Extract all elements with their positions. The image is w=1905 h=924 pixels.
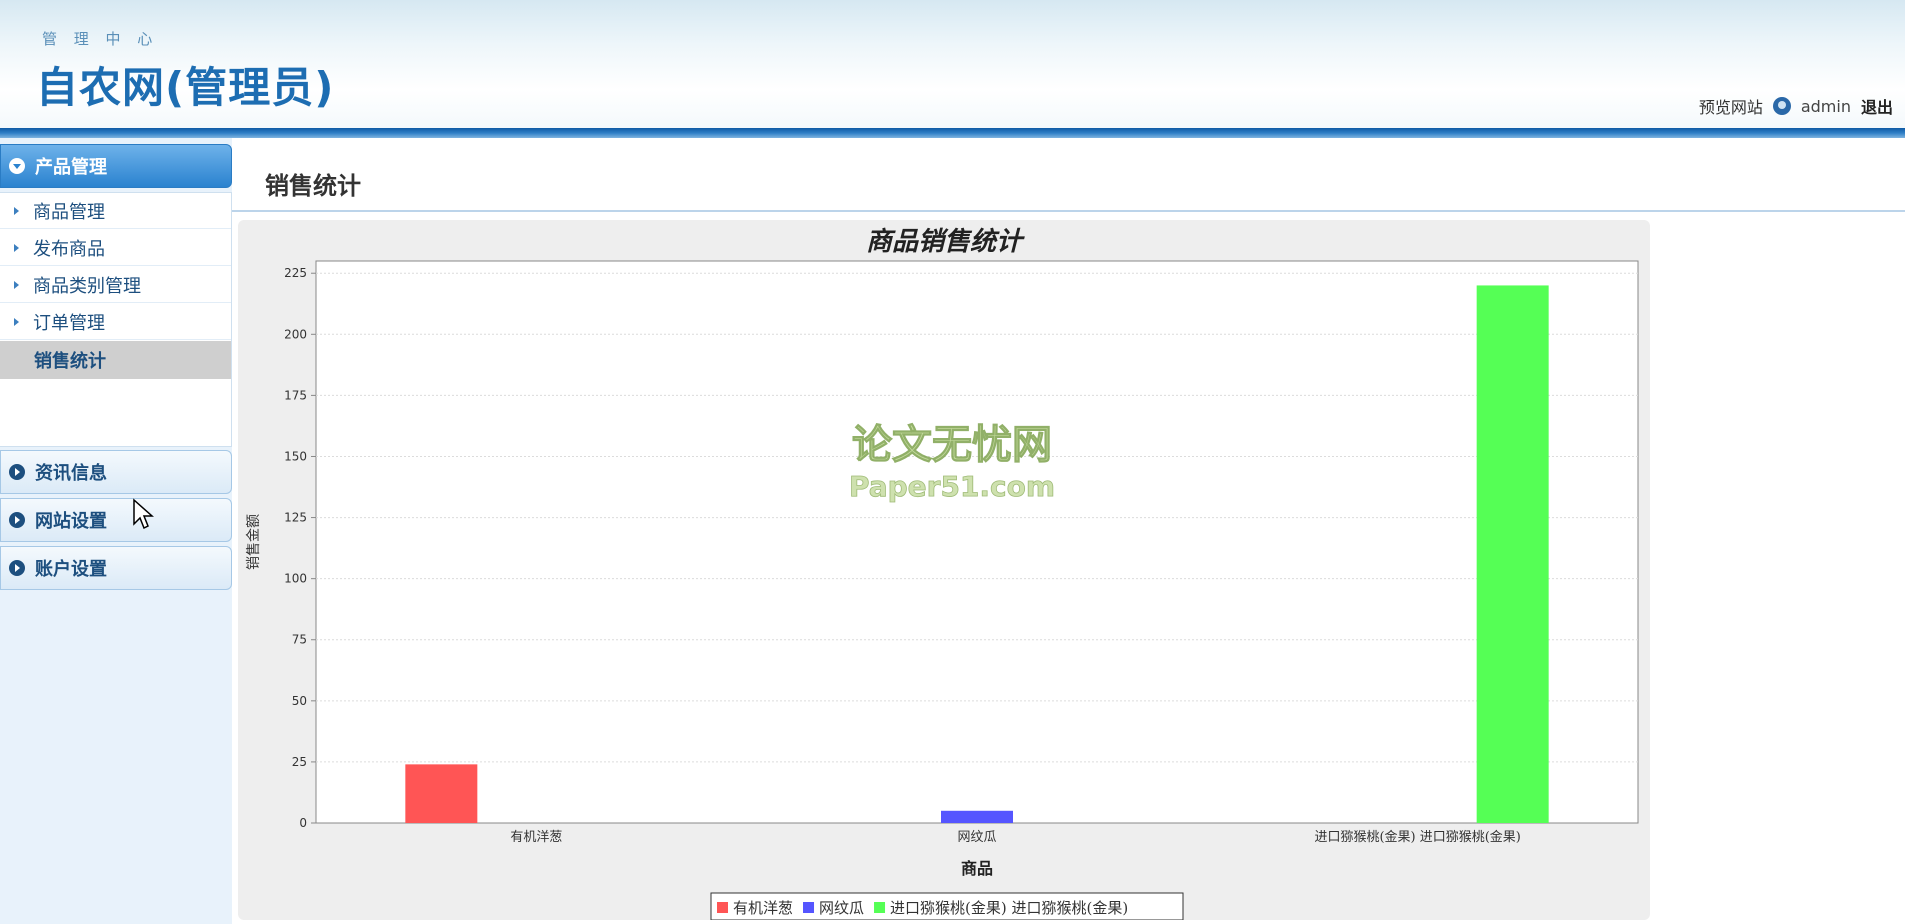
- y-axis-label: 销售金额: [246, 514, 262, 570]
- x-tick-label: 网纹瓜: [957, 830, 996, 845]
- y-tick-label: 0: [299, 816, 307, 830]
- title-divider: [232, 210, 1905, 212]
- x-tick-label: 进口猕猴桃(金果) 进口猕猴桃(金果): [1314, 829, 1520, 845]
- plot-area: [315, 260, 1639, 824]
- user-icon: [1772, 97, 1791, 115]
- x-tick-label: 有机洋葱: [510, 830, 562, 845]
- sidebar-item-category-management[interactable]: 商品类别管理: [0, 267, 231, 303]
- chart-title: 商品销售统计: [866, 227, 1025, 257]
- panel-label: 账户设置: [35, 559, 107, 580]
- sidebar-item-order-management[interactable]: 订单管理: [0, 304, 231, 340]
- bar: [405, 764, 478, 823]
- sidebar-item-product-list[interactable]: 商品管理: [0, 193, 231, 229]
- y-tick-label: 175: [284, 388, 307, 402]
- sales-chart: 商品销售统计 0255075100125150175200225 有机洋葱 网纹瓜…: [246, 227, 1639, 920]
- panel-label: 网站设置: [35, 511, 107, 532]
- legend-label: 进口猕猴桃(金果) 进口猕猴桃(金果): [890, 899, 1128, 917]
- legend-swatch: [803, 902, 815, 913]
- header: 管 理 中 心 自农网(管理员) 预览网站 admin 退出: [0, 0, 1905, 128]
- y-tick-label: 225: [284, 266, 307, 280]
- sales-chart-panel: 商品销售统计 0 25 50 75 100 125 150 175 200 225 有机洋葱 网纹瓜…: [238, 220, 1650, 920]
- chevron-down-icon: [9, 158, 25, 174]
- panel-account-settings[interactable]: 账户设置: [0, 546, 232, 590]
- panel-label: 资讯信息: [35, 463, 107, 484]
- site-title: 自农网(管理员): [36, 63, 335, 112]
- header-user-bar: 预览网站 admin 退出: [1699, 94, 1893, 118]
- bullet-icon: [14, 280, 19, 289]
- panel-news-info[interactable]: 资讯信息: [0, 450, 232, 494]
- y-tick-label: 200: [284, 327, 307, 341]
- y-tick-label: 25: [292, 755, 307, 769]
- legend-label: 有机洋葱: [733, 899, 793, 917]
- x-axis-label: 商品: [961, 859, 993, 878]
- bar: [1476, 285, 1549, 823]
- y-tick-label: 75: [292, 633, 307, 647]
- panel-label: 产品管理: [35, 157, 107, 178]
- y-tick-label: 50: [292, 694, 307, 708]
- bar: [941, 810, 1013, 823]
- y-tick-label: 125: [284, 511, 307, 525]
- x-axis-labels: 有机洋葱 网纹瓜 进口猕猴桃(金果) 进口猕猴桃(金果): [510, 829, 1521, 845]
- sidebar-item-label: 订单管理: [33, 312, 105, 334]
- panel-site-settings[interactable]: 网站设置: [0, 498, 232, 542]
- sidebar-item-sales-statistics[interactable]: 销售统计: [0, 341, 231, 379]
- y-axis-ticks: 0 25 50 75 100 125 150 175 200 225: [284, 266, 316, 830]
- watermark-line2: Paper51.com: [849, 470, 1055, 503]
- product-menu: 商品管理 发布商品 商品类别管理 订单管理 销售统计: [0, 192, 232, 447]
- sidebar: 产品管理 商品管理 发布商品 商品类别管理 订单管理 销售统计 资讯信息 网站设…: [0, 138, 232, 924]
- sidebar-item-label: 发布商品: [33, 238, 105, 260]
- sidebar-item-publish-product[interactable]: 发布商品: [0, 230, 231, 266]
- chart-legend: 有机洋葱 网纹瓜 进口猕猴桃(金果) 进口猕猴桃(金果): [710, 892, 1184, 920]
- bullet-icon: [14, 243, 19, 252]
- legend-swatch: [874, 902, 886, 913]
- logout-link[interactable]: 退出: [1861, 94, 1893, 118]
- sidebar-item-label: 商品类别管理: [33, 275, 141, 297]
- header-divider: [0, 128, 1905, 138]
- bullet-icon: [14, 317, 19, 326]
- page-title: 销售统计: [265, 172, 361, 200]
- watermark: 论文无忧网 Paper51.com: [849, 422, 1056, 504]
- mouse-cursor-icon: [133, 498, 154, 530]
- sidebar-item-label: 商品管理: [33, 201, 105, 223]
- watermark-line1: 论文无忧网: [852, 422, 1052, 468]
- y-tick-label: 100: [284, 572, 307, 586]
- chevron-right-icon: [9, 512, 25, 528]
- chevron-right-icon: [9, 560, 25, 576]
- sidebar-item-label: 销售统计: [34, 351, 106, 372]
- panel-product-management[interactable]: 产品管理: [0, 144, 232, 188]
- y-tick-label: 150: [284, 449, 307, 463]
- legend-label: 网纹瓜: [819, 899, 864, 917]
- legend-swatch: [717, 902, 728, 913]
- chevron-right-icon: [9, 464, 25, 480]
- username: admin: [1800, 96, 1851, 116]
- preview-site-link[interactable]: 预览网站: [1699, 94, 1763, 118]
- bullet-icon: [14, 206, 19, 215]
- header-subtitle: 管 理 中 心: [42, 30, 159, 48]
